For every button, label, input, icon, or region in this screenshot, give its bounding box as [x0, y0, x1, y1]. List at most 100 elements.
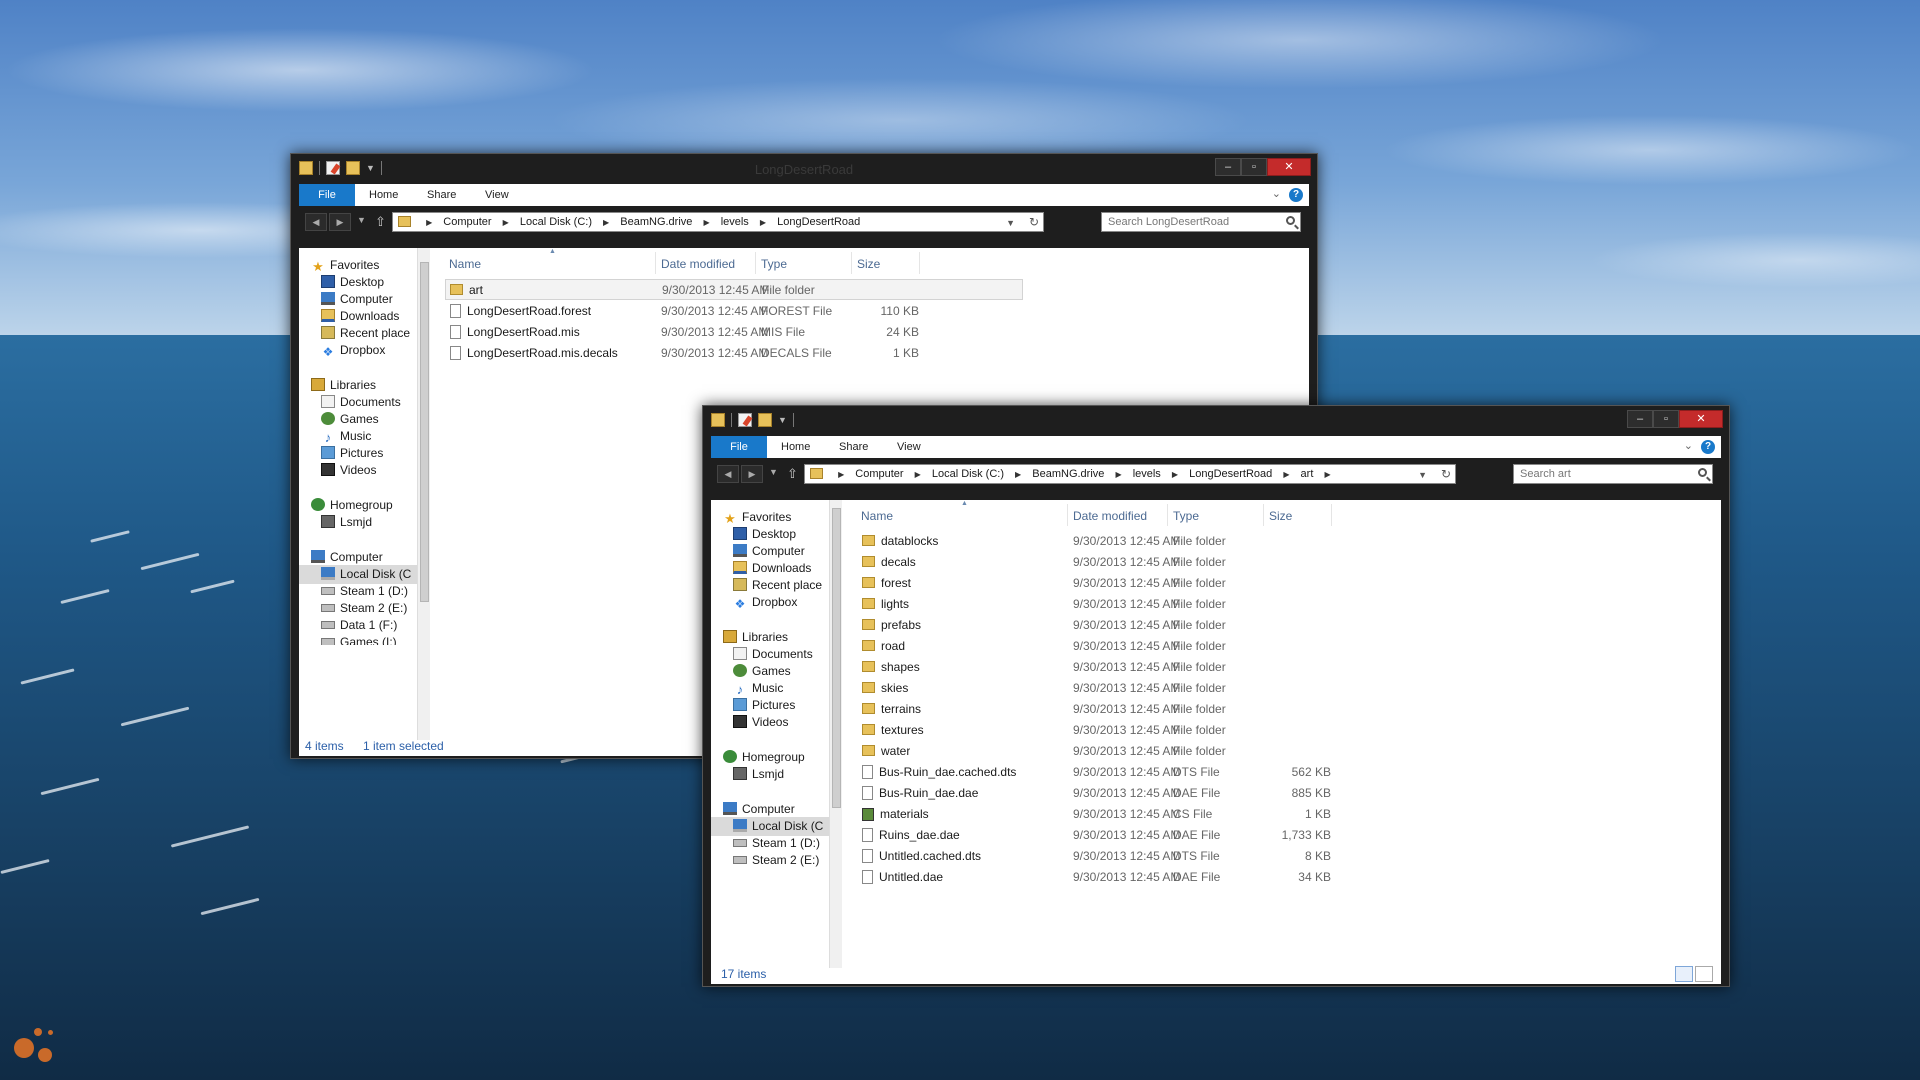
title-bar[interactable]: ▼ LongDesertRoad – ▫ ✕	[291, 154, 1317, 184]
column-header-name[interactable]: Name	[861, 506, 893, 526]
file-row[interactable]: Bus-Ruin_dae.cached.dts 9/30/2013 12:45 A…	[858, 762, 1434, 783]
breadcrumb-separator-icon[interactable]: ▶	[426, 218, 432, 227]
recent-locations-dropdown-icon[interactable]: ▼	[357, 215, 366, 225]
search-input[interactable]: Search LongDesertRoad	[1101, 212, 1301, 232]
file-row[interactable]: Bus-Ruin_dae.dae 9/30/2013 12:45 AM DAE Fi…	[858, 783, 1434, 804]
scrollbar-thumb[interactable]	[420, 262, 429, 602]
breadcrumb-beamng[interactable]: BeamNG.drive	[1032, 468, 1104, 480]
breadcrumb-local-disk[interactable]: Local Disk (C:)	[932, 468, 1004, 480]
file-row[interactable]: lights 9/30/2013 12:45 AM File folder	[858, 594, 1434, 615]
tab-home[interactable]: Home	[781, 436, 810, 458]
file-row[interactable]: textures 9/30/2013 12:45 AM File folder	[858, 720, 1434, 741]
search-icon[interactable]	[1286, 216, 1295, 225]
column-header-size[interactable]: Size	[1269, 506, 1292, 526]
help-icon[interactable]: ?	[1701, 440, 1715, 454]
tab-view[interactable]: View	[897, 436, 921, 458]
details-view-button[interactable]	[1675, 966, 1693, 982]
large-icons-view-button[interactable]	[1695, 966, 1713, 982]
close-button[interactable]: ✕	[1679, 410, 1723, 428]
breadcrumb-separator-icon[interactable]: ▶	[1283, 470, 1289, 479]
breadcrumb-separator-icon[interactable]: ▶	[703, 218, 709, 227]
file-row[interactable]: water 9/30/2013 12:45 AM File folder	[858, 741, 1434, 762]
file-row[interactable]: Untitled.cached.dts 9/30/2013 12:45 AM DTS…	[858, 846, 1434, 867]
tab-home[interactable]: Home	[369, 184, 398, 206]
column-header-date-modified[interactable]: Date modified	[661, 254, 735, 274]
recent-locations-dropdown-icon[interactable]: ▼	[769, 467, 778, 477]
maximize-button[interactable]: ▫	[1653, 410, 1679, 428]
tab-file[interactable]: File	[299, 184, 355, 206]
minimize-button[interactable]: –	[1627, 410, 1653, 428]
column-header-name[interactable]: Name	[449, 254, 481, 274]
tab-share[interactable]: Share	[839, 436, 868, 458]
column-divider[interactable]	[655, 252, 656, 274]
nav-user[interactable]: Lsmjd	[321, 513, 372, 532]
column-header-size[interactable]: Size	[857, 254, 880, 274]
breadcrumb-local-disk[interactable]: Local Disk (C:)	[520, 216, 592, 228]
breadcrumb-levels[interactable]: levels	[721, 216, 749, 228]
maximize-button[interactable]: ▫	[1241, 158, 1267, 176]
up-one-level-button[interactable]: ⇧	[375, 214, 386, 230]
new-folder-icon[interactable]	[758, 413, 772, 427]
expand-ribbon-icon[interactable]: ⌄	[1272, 187, 1281, 200]
breadcrumb-longdesertroad[interactable]: LongDesertRoad	[1189, 468, 1272, 480]
file-row[interactable]: materials 9/30/2013 12:45 AM CS File 1 KB	[858, 804, 1434, 825]
address-history-dropdown-icon[interactable]: ▼	[1006, 214, 1015, 231]
breadcrumb-separator-icon[interactable]: ▶	[1172, 470, 1178, 479]
customize-toolbar-dropdown-icon[interactable]: ▼	[778, 415, 787, 425]
search-icon[interactable]	[1698, 468, 1707, 477]
address-bar[interactable]: ▶ Computer ▶ Local Disk (C:) ▶ BeamNG.dr…	[392, 212, 1044, 232]
column-divider[interactable]	[1067, 504, 1068, 526]
file-row-art[interactable]: art 9/30/2013 12:45 AM File folder	[445, 279, 1023, 300]
file-row[interactable]: prefabs 9/30/2013 12:45 AM File folder	[858, 615, 1434, 636]
column-divider[interactable]	[1331, 504, 1332, 526]
breadcrumb-separator-icon[interactable]: ▶	[1324, 470, 1330, 479]
back-button[interactable]: ◀	[717, 465, 739, 483]
file-row[interactable]: shapes 9/30/2013 12:45 AM File folder	[858, 657, 1434, 678]
nav-steam2-e[interactable]: Steam 2 (E:)	[733, 851, 819, 870]
file-row[interactable]: decals 9/30/2013 12:45 AM File folder	[858, 552, 1434, 573]
navigation-scrollbar[interactable]	[829, 500, 842, 968]
breadcrumb-longdesertroad[interactable]: LongDesertRoad	[777, 216, 860, 228]
back-button[interactable]: ◀	[305, 213, 327, 231]
address-bar[interactable]: ▶ Computer ▶ Local Disk (C:) ▶ BeamNG.dr…	[804, 464, 1456, 484]
file-row-forest[interactable]: LongDesertRoad.forest 9/30/2013 12:45 AM…	[446, 301, 1022, 322]
nav-games-i[interactable]: Games (I:)	[321, 633, 397, 645]
file-row[interactable]: datablocks 9/30/2013 12:45 AM File folder	[858, 531, 1434, 552]
breadcrumb-art[interactable]: art	[1301, 468, 1314, 480]
scrollbar-thumb[interactable]	[832, 508, 841, 808]
column-divider[interactable]	[919, 252, 920, 274]
refresh-icon[interactable]: ↻	[1441, 465, 1451, 483]
nav-dropbox[interactable]: ❖ Dropbox	[321, 341, 386, 360]
expand-ribbon-icon[interactable]: ⌄	[1684, 439, 1693, 452]
tab-share[interactable]: Share	[427, 184, 456, 206]
breadcrumb-separator-icon[interactable]: ▶	[915, 470, 921, 479]
address-history-dropdown-icon[interactable]: ▼	[1418, 466, 1427, 483]
file-row[interactable]: skies 9/30/2013 12:45 AM File folder	[858, 678, 1434, 699]
tab-file[interactable]: File	[711, 436, 767, 458]
file-row[interactable]: terrains 9/30/2013 12:45 AM File folder	[858, 699, 1434, 720]
column-header-type[interactable]: Type	[1173, 506, 1199, 526]
file-row-mis[interactable]: LongDesertRoad.mis 9/30/2013 12:45 AM MI…	[446, 322, 1022, 343]
file-row[interactable]: Ruins_dae.dae 9/30/2013 12:45 AM DAE File 1…	[858, 825, 1434, 846]
column-header-type[interactable]: Type	[761, 254, 787, 274]
breadcrumb-separator-icon[interactable]: ▶	[603, 218, 609, 227]
nav-dropbox[interactable]: ❖ Dropbox	[733, 593, 798, 612]
breadcrumb-separator-icon[interactable]: ▶	[760, 218, 766, 227]
file-row-decals[interactable]: LongDesertRoad.mis.decals 9/30/2013 12:4…	[446, 343, 1022, 364]
breadcrumb-computer[interactable]: Computer	[855, 468, 903, 480]
column-header-date-modified[interactable]: Date modified	[1073, 506, 1147, 526]
breadcrumb-levels[interactable]: levels	[1133, 468, 1161, 480]
breadcrumb-separator-icon[interactable]: ▶	[503, 218, 509, 227]
file-row[interactable]: forest 9/30/2013 12:45 AM File folder	[858, 573, 1434, 594]
minimize-button[interactable]: –	[1215, 158, 1241, 176]
nav-videos[interactable]: Videos	[321, 461, 376, 480]
title-bar[interactable]: ▼ – ▫ ✕	[703, 406, 1729, 436]
file-row[interactable]: Untitled.dae 9/30/2013 12:45 AM DAE File 34…	[858, 867, 1434, 888]
breadcrumb-beamng[interactable]: BeamNG.drive	[620, 216, 692, 228]
breadcrumb-separator-icon[interactable]: ▶	[838, 470, 844, 479]
tab-view[interactable]: View	[485, 184, 509, 206]
breadcrumb-separator-icon[interactable]: ▶	[1115, 470, 1121, 479]
breadcrumb-separator-icon[interactable]: ▶	[1015, 470, 1021, 479]
close-button[interactable]: ✕	[1267, 158, 1311, 176]
properties-icon[interactable]	[738, 413, 752, 427]
